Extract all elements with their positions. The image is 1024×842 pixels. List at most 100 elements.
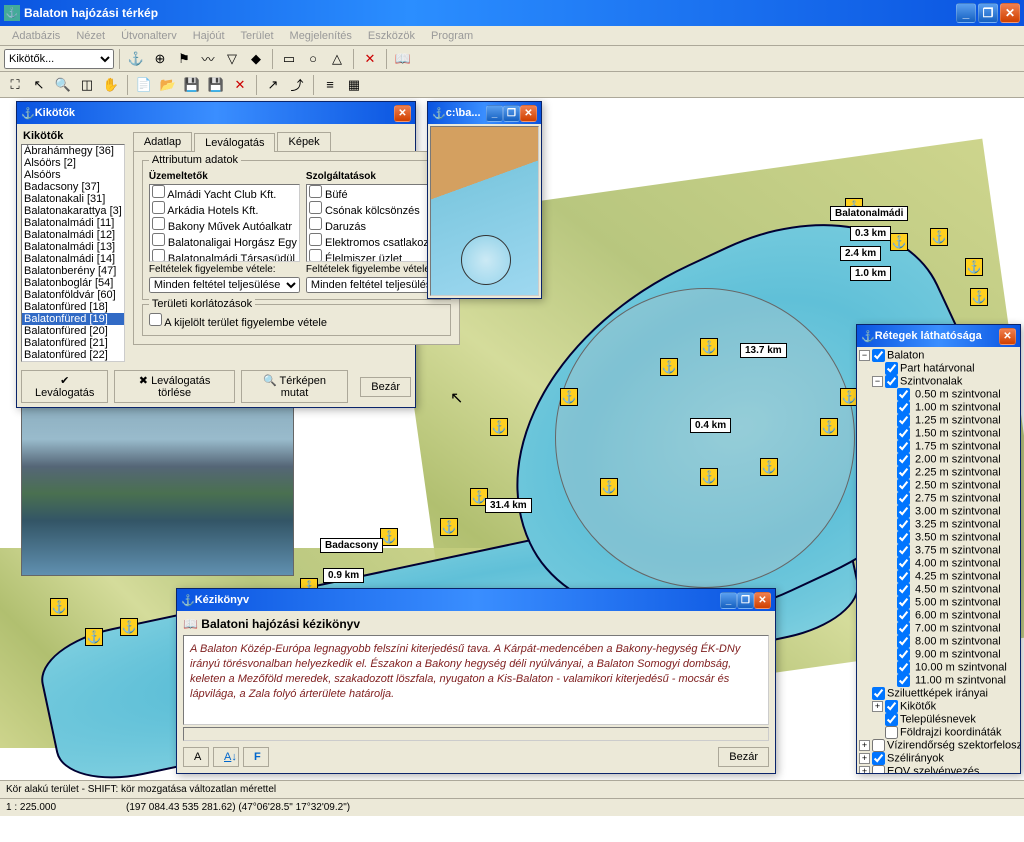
contour-node[interactable]: 8.00 m szintvonal — [859, 635, 1018, 648]
contour-node[interactable]: 2.50 m szintvonal — [859, 479, 1018, 492]
tool-legend-icon[interactable]: ▦ — [343, 74, 365, 96]
contour-node[interactable]: 6.00 m szintvonal — [859, 609, 1018, 622]
contour-node[interactable]: 3.00 m szintvonal — [859, 505, 1018, 518]
levalogatas-button[interactable]: ✔ Leválogatás — [21, 370, 108, 403]
minimize-button[interactable]: _ — [956, 3, 976, 23]
tab-kepek[interactable]: Képek — [277, 132, 330, 151]
close-button[interactable]: ✕ — [1000, 3, 1020, 23]
port-list-item[interactable]: Alsóörs [2] — [22, 157, 124, 169]
port-list-item[interactable]: Balatonfűzfő [10] — [22, 361, 124, 362]
layer-check[interactable] — [897, 505, 910, 518]
layer-check[interactable] — [885, 700, 898, 713]
operators-checklist[interactable]: Almádi Yacht Club Kft. Arkádia Hotels Kf… — [149, 184, 300, 262]
contour-node[interactable]: 11.00 m szintvonal — [859, 674, 1018, 687]
tool-new-icon[interactable]: 📄 — [133, 74, 155, 96]
services-checklist[interactable]: Büfé Csónak kölcsönzés Daruzás Elektromo… — [306, 184, 444, 262]
contour-node[interactable]: 7.00 m szintvonal — [859, 622, 1018, 635]
contour-node[interactable]: 2.75 m szintvonal — [859, 492, 1018, 505]
layer-check[interactable] — [872, 739, 885, 752]
cba-titlebar[interactable]: ⚓ c:\ba... _ ❐ ✕ — [428, 102, 541, 124]
tool-fullextent-icon[interactable]: ⛶ — [4, 74, 26, 96]
contour-node[interactable]: 4.50 m szintvonal — [859, 583, 1018, 596]
territory-checkbox[interactable] — [149, 313, 162, 326]
port-list-item[interactable]: Balatonfüred [21] — [22, 337, 124, 349]
contour-node[interactable]: 1.25 m szintvonal — [859, 414, 1018, 427]
check-item[interactable]: Daruzás — [307, 217, 443, 233]
tab-adatlap[interactable]: Adatlap — [133, 132, 192, 151]
layer-check[interactable] — [897, 661, 910, 674]
layer-check[interactable] — [897, 531, 910, 544]
port-list-item[interactable]: Balatonföldvár [60] — [22, 289, 124, 301]
layer-check[interactable] — [872, 687, 885, 700]
tool-delete-icon[interactable]: ✕ — [359, 48, 381, 70]
layer-check[interactable] — [897, 479, 910, 492]
tool-flag-icon[interactable]: ⚑ — [173, 48, 195, 70]
check-item[interactable]: Büfé — [307, 185, 443, 201]
anchor-icon[interactable]: ⚓ — [660, 358, 678, 376]
tree-collapse-icon[interactable]: − — [872, 376, 883, 387]
handbook-bezar-button[interactable]: Bezár — [718, 747, 769, 767]
anchor-icon[interactable]: ⚓ — [700, 468, 718, 486]
contour-node[interactable]: 1.75 m szintvonal — [859, 440, 1018, 453]
tree-expand-icon[interactable]: + — [872, 701, 883, 712]
port-list-item[interactable]: Balatonakarattya [3] — [22, 205, 124, 217]
contour-node[interactable]: 0.50 m szintvonal — [859, 388, 1018, 401]
contour-node[interactable]: 9.00 m szintvonal — [859, 648, 1018, 661]
layer-check[interactable] — [897, 635, 910, 648]
port-list-item[interactable]: Balatonboglár [54] — [22, 277, 124, 289]
layer-check[interactable] — [872, 349, 885, 362]
port-list-item[interactable]: Balatonfüred [18] — [22, 301, 124, 313]
layer-check[interactable] — [897, 401, 910, 414]
tree-collapse-icon[interactable]: − — [859, 350, 870, 361]
port-list-item[interactable]: Balatonberény [47] — [22, 265, 124, 277]
kikotok-window[interactable]: ⚓ Kikötők ✕ Kikötők Ábrahámhegy [36]Alsó… — [16, 101, 416, 408]
contour-node[interactable]: 4.25 m szintvonal — [859, 570, 1018, 583]
layer-dropdown[interactable]: Kikötők... — [4, 49, 114, 69]
layer-check[interactable] — [897, 674, 910, 687]
kikotok-close-button[interactable]: ✕ — [394, 105, 411, 122]
anchor-icon[interactable]: ⚓ — [700, 338, 718, 356]
maximize-button[interactable]: ❐ — [978, 3, 998, 23]
tool-pan-icon[interactable]: ✋ — [100, 74, 122, 96]
tool-remove-icon[interactable]: ✕ — [229, 74, 251, 96]
port-list-item[interactable]: Badacsony [37] — [22, 181, 124, 193]
tool-zoomwin-icon[interactable]: ◫ — [76, 74, 98, 96]
check-item[interactable]: Csónak kölcsönzés — [307, 201, 443, 217]
tool-pointer-icon[interactable]: ↖ — [28, 74, 50, 96]
layer-check[interactable] — [885, 713, 898, 726]
font-increase-button[interactable]: F — [243, 747, 269, 767]
operators-condition-select[interactable]: Minden feltétel teljesülése — [149, 277, 300, 293]
contour-node[interactable]: 3.25 m szintvonal — [859, 518, 1018, 531]
layer-check[interactable] — [897, 388, 910, 401]
anchor-icon[interactable]: ⚓ — [820, 418, 838, 436]
anchor-icon[interactable]: ⚓ — [490, 418, 508, 436]
layer-check[interactable] — [897, 609, 910, 622]
handbook-scrollbar[interactable] — [183, 727, 769, 741]
font-reset-button[interactable]: A — [183, 747, 209, 767]
layer-check[interactable] — [897, 570, 910, 583]
map-canvas[interactable]: ⚓ ⚓ ⚓ ⚓ ⚓ ⚓ ⚓ ⚓ ⚓ ⚓ ⚓ ⚓ ⚓ ⚓ ⚓ ⚓ ⚓ ⚓ ⚓ ⚓ … — [0, 98, 1024, 842]
tool-zoomin-icon[interactable]: 🔍 — [52, 74, 74, 96]
contour-node[interactable]: 4.00 m szintvonal — [859, 557, 1018, 570]
tool-anchor-icon[interactable]: ⚓ — [125, 48, 147, 70]
layer-check[interactable] — [897, 440, 910, 453]
port-list-item[interactable]: Balatonfüred [20] — [22, 325, 124, 337]
layer-check[interactable] — [897, 596, 910, 609]
contour-node[interactable]: 1.00 m szintvonal — [859, 401, 1018, 414]
check-item[interactable]: Almádi Yacht Club Kft. — [150, 185, 299, 201]
tool-route2-icon[interactable]: ⤴ — [286, 74, 308, 96]
menu-utvonalterv[interactable]: Útvonalterv — [113, 28, 185, 44]
tool-saveas-icon[interactable]: 💾 — [205, 74, 227, 96]
tool-select-circle-icon[interactable]: ○ — [302, 48, 324, 70]
contour-node[interactable]: 5.00 m szintvonal — [859, 596, 1018, 609]
tool-select-rect-icon[interactable]: ▭ — [278, 48, 300, 70]
port-list-item[interactable]: Alsóörs — [22, 169, 124, 181]
menu-program[interactable]: Program — [423, 28, 481, 44]
terkepen-mutat-button[interactable]: 🔍 Térképen mutat — [241, 370, 349, 403]
handbook-maximize-button[interactable]: ❐ — [737, 592, 754, 609]
handbook-titlebar[interactable]: ⚓ Kézikönyv _ ❐ ✕ — [177, 589, 775, 611]
anchor-icon[interactable]: ⚓ — [50, 598, 68, 616]
port-list-item[interactable]: Balatonakali [31] — [22, 193, 124, 205]
layer-check[interactable] — [885, 726, 898, 739]
anchor-icon[interactable]: ⚓ — [120, 618, 138, 636]
